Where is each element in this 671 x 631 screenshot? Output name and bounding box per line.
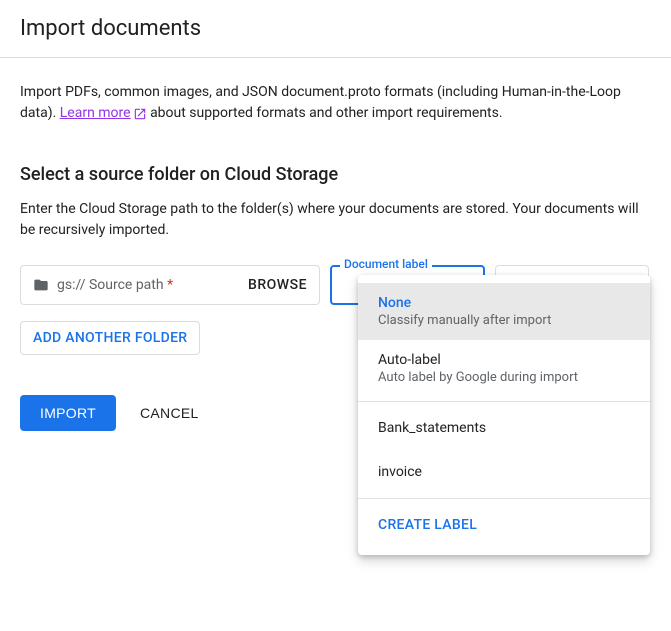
- dialog-title: Import documents: [20, 16, 651, 41]
- dropdown-option-none[interactable]: None Classify manually after import: [358, 283, 650, 340]
- dropdown-option-subtitle: Classify manually after import: [378, 313, 630, 328]
- create-label-button[interactable]: CREATE LABEL: [358, 503, 650, 547]
- browse-button[interactable]: BROWSE: [248, 277, 307, 293]
- learn-more-label: Learn more: [60, 103, 131, 124]
- external-link-icon: [133, 107, 147, 121]
- source-path-input[interactable]: gs:// Source path * BROWSE: [20, 265, 320, 305]
- dropdown-option-autolabel[interactable]: Auto-label Auto label by Google during i…: [358, 340, 650, 397]
- folder-icon: [33, 277, 49, 293]
- dropdown-option-subtitle: Auto label by Google during import: [378, 370, 630, 385]
- dropdown-label-bank-statements[interactable]: Bank_statements: [358, 406, 650, 450]
- intro-paragraph: Import PDFs, common images, and JSON doc…: [20, 82, 651, 124]
- add-another-folder-button[interactable]: ADD ANOTHER FOLDER: [20, 321, 200, 355]
- intro-text-after: about supported formats and other import…: [150, 105, 503, 121]
- dropdown-label-invoice[interactable]: invoice: [358, 450, 650, 494]
- import-button[interactable]: IMPORT: [20, 395, 116, 431]
- dropdown-option-title: Auto-label: [378, 352, 630, 368]
- source-row: gs:// Source path * BROWSE Document labe…: [20, 265, 651, 305]
- required-marker: *: [167, 277, 173, 293]
- document-label-dropdown: None Classify manually after import Auto…: [358, 275, 650, 555]
- dropdown-divider: [358, 498, 650, 499]
- source-placeholder: gs:// Source path *: [57, 277, 240, 293]
- document-label-legend: Document label: [340, 257, 432, 271]
- dropdown-option-title: None: [378, 295, 630, 311]
- cancel-button[interactable]: CANCEL: [140, 405, 199, 421]
- section-title: Select a source folder on Cloud Storage: [20, 164, 651, 185]
- dialog-header: Import documents: [0, 0, 671, 58]
- dialog-content: Import PDFs, common images, and JSON doc…: [0, 58, 671, 455]
- learn-more-link[interactable]: Learn more: [60, 103, 147, 124]
- dropdown-divider: [358, 401, 650, 402]
- section-description: Enter the Cloud Storage path to the fold…: [20, 199, 651, 241]
